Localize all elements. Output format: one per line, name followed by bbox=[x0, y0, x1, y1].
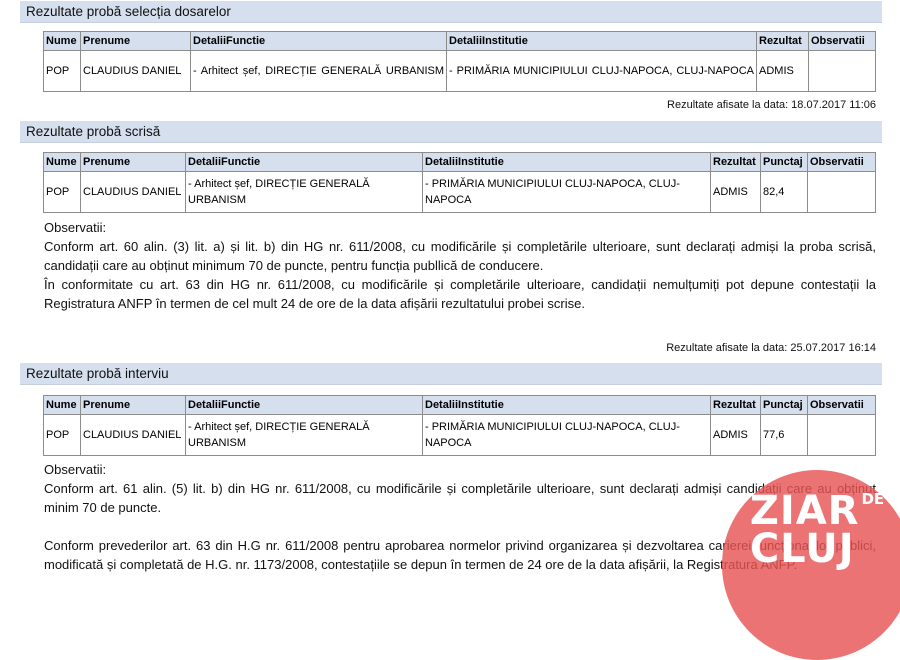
cell-rezultat: ADMIS bbox=[756, 50, 809, 92]
col-header-rezultat: Rezultat bbox=[756, 31, 809, 51]
cell-detalii-institutie: - PRIMĂRIA MUNICIPIULUI CLUJ-NAPOCA, CLU… bbox=[422, 414, 711, 456]
cell-rezultat: ADMIS bbox=[710, 414, 761, 456]
section-header-proba-interviu: Rezultate probă interviu bbox=[20, 363, 882, 385]
cell-nume: POP bbox=[43, 171, 81, 213]
cell-rezultat: ADMIS bbox=[710, 171, 761, 213]
section-header-proba-scrisa: Rezultate probă scrisă bbox=[20, 121, 882, 143]
col-header-rezultat: Rezultat bbox=[710, 152, 761, 172]
ziar-de-cluj-watermark-logo: ZIAR DE CLUJ bbox=[722, 470, 900, 660]
col-header-observatii: Observatii bbox=[807, 152, 876, 172]
cell-detalii-functie: - Arhitect șef, DIRECȚIE GENERALĂ URBANI… bbox=[185, 414, 423, 456]
observatii-proba-scrisa: Observatii: Conform art. 60 alin. (3) li… bbox=[44, 218, 876, 313]
cell-punctaj: 77,6 bbox=[760, 414, 808, 456]
col-header-detalii-functie: DetaliiFunctie bbox=[185, 395, 423, 415]
posted-timestamp-selectia-dosarelor: Rezultate afisate la data: 18.07.2017 11… bbox=[667, 99, 876, 111]
col-header-detalii-institutie: DetaliiInstitutie bbox=[422, 152, 711, 172]
section-header-selectia-dosarelor: Rezultate probă selecția dosarelor bbox=[20, 1, 882, 23]
col-header-rezultat: Rezultat bbox=[710, 395, 761, 415]
col-header-prenume: Prenume bbox=[80, 395, 186, 415]
col-header-detalii-institutie: DetaliiInstitutie bbox=[446, 31, 757, 51]
cell-punctaj: 82,4 bbox=[760, 171, 808, 213]
cell-observatii bbox=[808, 50, 876, 92]
cell-detalii-functie: - Arhitect șef, DIRECȚIE GENERALĂ URBANI… bbox=[190, 50, 447, 92]
col-header-punctaj: Punctaj bbox=[760, 395, 808, 415]
cell-detalii-functie: - Arhitect șef, DIRECȚIE GENERALĂ URBANI… bbox=[185, 171, 423, 213]
table-header-row: Nume Prenume DetaliiFunctie DetaliiInsti… bbox=[43, 152, 876, 172]
col-header-nume: Nume bbox=[43, 395, 81, 415]
col-header-prenume: Prenume bbox=[80, 31, 191, 51]
table-row: POP CLAUDIUS DANIEL - Arhitect șef, DIRE… bbox=[43, 171, 876, 213]
col-header-nume: Nume bbox=[43, 31, 81, 51]
col-header-nume: Nume bbox=[43, 152, 81, 172]
results-table-selectia-dosarelor: Nume Prenume DetaliiFunctie DetaliiInsti… bbox=[43, 31, 876, 92]
cell-prenume: CLAUDIUS DANIEL bbox=[80, 171, 186, 213]
observatii-paragraph: Conform art. 60 alin. (3) lit. a) și lit… bbox=[44, 239, 876, 273]
col-header-prenume: Prenume bbox=[80, 152, 186, 172]
col-header-detalii-functie: DetaliiFunctie bbox=[190, 31, 447, 51]
watermark-word-de: DE bbox=[861, 490, 885, 508]
cell-detalii-institutie: - PRIMĂRIA MUNICIPIULUI CLUJ-NAPOCA, CLU… bbox=[446, 50, 757, 92]
table-row: POP CLAUDIUS DANIEL - Arhitect șef, DIRE… bbox=[43, 50, 876, 92]
cell-detalii-institutie: - PRIMĂRIA MUNICIPIULUI CLUJ-NAPOCA, CLU… bbox=[422, 171, 711, 213]
cell-observatii bbox=[807, 171, 876, 213]
table-row: POP CLAUDIUS DANIEL - Arhitect șef, DIRE… bbox=[43, 414, 876, 456]
watermark-text: ZIAR DE CLUJ bbox=[750, 490, 885, 569]
results-table-proba-interviu: Nume Prenume DetaliiFunctie DetaliiInsti… bbox=[43, 395, 876, 456]
cell-prenume: CLAUDIUS DANIEL bbox=[80, 414, 186, 456]
cell-observatii bbox=[807, 414, 876, 456]
cell-prenume: CLAUDIUS DANIEL bbox=[80, 50, 191, 92]
col-header-observatii: Observatii bbox=[807, 395, 876, 415]
watermark-word-cluj: CLUJ bbox=[749, 526, 855, 572]
observatii-label: Observatii: bbox=[44, 462, 107, 477]
observatii-paragraph: În conformitate cu art. 63 din HG nr. 61… bbox=[44, 277, 876, 311]
posted-timestamp-proba-scrisa: Rezultate afisate la data: 25.07.2017 16… bbox=[666, 342, 876, 354]
col-header-detalii-institutie: DetaliiInstitutie bbox=[422, 395, 711, 415]
cell-nume: POP bbox=[43, 414, 81, 456]
cell-nume: POP bbox=[43, 50, 81, 92]
col-header-detalii-functie: DetaliiFunctie bbox=[185, 152, 423, 172]
results-table-proba-scrisa: Nume Prenume DetaliiFunctie DetaliiInsti… bbox=[43, 152, 876, 213]
table-header-row: Nume Prenume DetaliiFunctie DetaliiInsti… bbox=[43, 395, 876, 415]
col-header-punctaj: Punctaj bbox=[760, 152, 808, 172]
col-header-observatii: Observatii bbox=[808, 31, 876, 51]
observatii-label: Observatii: bbox=[44, 220, 107, 235]
table-header-row: Nume Prenume DetaliiFunctie DetaliiInsti… bbox=[43, 31, 876, 51]
